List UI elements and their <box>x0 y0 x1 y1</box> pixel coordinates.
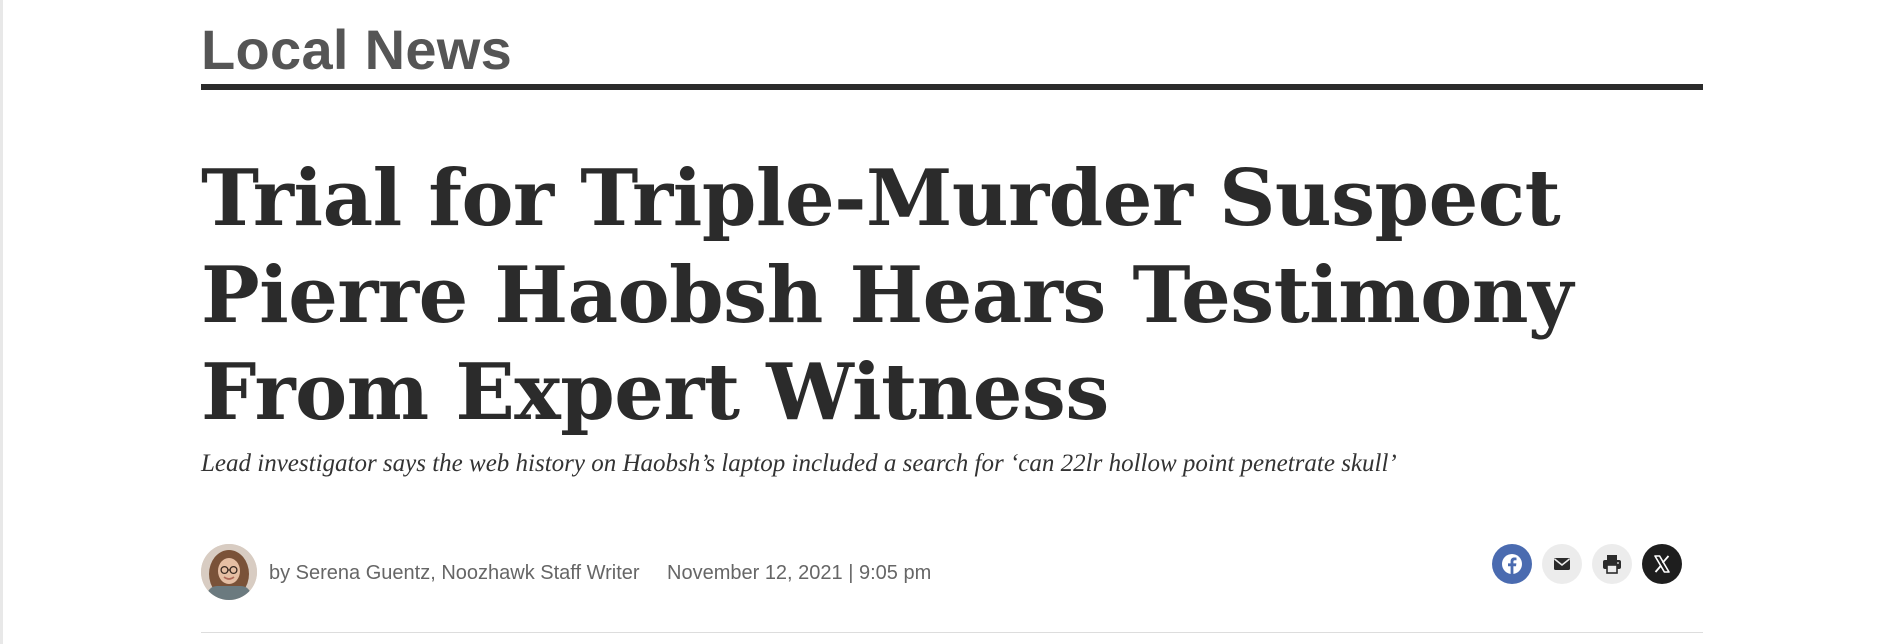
article-headline: Trial for Triple-Murder Suspect Pierre H… <box>201 153 1573 438</box>
section-divider <box>201 84 1703 90</box>
share-print-button[interactable] <box>1592 544 1632 584</box>
facebook-icon <box>1502 554 1522 574</box>
x-icon <box>1654 555 1670 573</box>
share-email-button[interactable] <box>1542 544 1582 584</box>
page-edge-divider <box>0 0 3 644</box>
article-page: Local News Trial for Triple-Murder Suspe… <box>0 0 1893 644</box>
email-icon <box>1554 558 1570 570</box>
share-x-button[interactable] <box>1642 544 1682 584</box>
author-avatar[interactable] <box>201 544 257 600</box>
article-meta: by Serena Guentz, Noozhawk Staff Writer … <box>201 544 1703 604</box>
share-facebook-button[interactable] <box>1492 544 1532 584</box>
section-label-link[interactable]: Local News <box>201 18 512 82</box>
meta-divider <box>201 632 1703 633</box>
article-subhead: Lead investigator says the web history o… <box>201 450 1397 477</box>
print-icon <box>1603 555 1621 574</box>
author-byline[interactable]: by Serena Guentz, Noozhawk Staff Writer <box>269 561 640 585</box>
author-photo <box>201 544 257 600</box>
publish-date: November 12, 2021 | 9:05 pm <box>667 562 932 584</box>
